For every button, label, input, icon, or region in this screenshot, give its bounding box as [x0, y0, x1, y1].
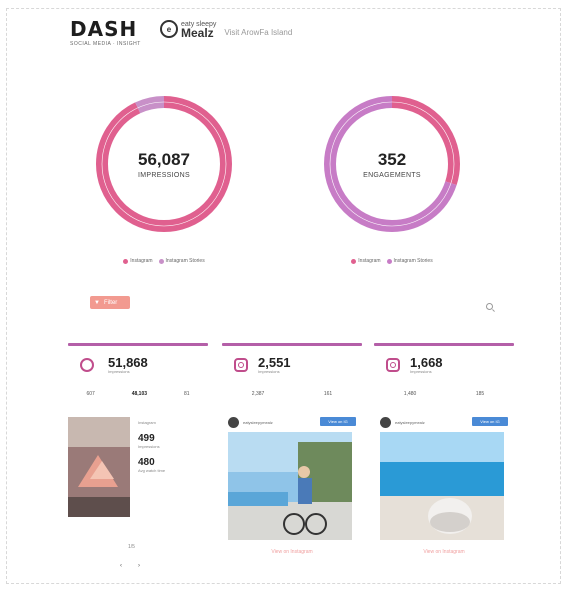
- legend-label: Instagram: [358, 258, 381, 264]
- engagements-legend: Instagram Instagram Stories: [322, 258, 462, 264]
- logo-subtitle: SOCIAL MEDIA · INSIGHT: [70, 41, 141, 47]
- engagements-donut: 352 ENGAGEMENTS Instagram Instagram Stor…: [322, 94, 462, 264]
- avatar: [228, 417, 239, 428]
- story-post[interactable]: Instagram 499 Impressions 480 Avg watch …: [68, 417, 208, 522]
- pager: ‹ ›: [120, 563, 140, 569]
- metric-value: 607: [86, 391, 95, 397]
- story-stats: Instagram 499 Impressions 480 Avg watch …: [138, 420, 165, 473]
- legend-label: Instagram Stories: [393, 258, 433, 264]
- impressions-value: 56,087: [138, 149, 190, 169]
- legend-item[interactable]: Instagram Stories: [158, 258, 205, 264]
- card-header: 2,551 Impressions: [234, 356, 362, 374]
- instagram-stories-icon: [80, 358, 94, 372]
- header: DASH SOCIAL MEDIA · INSIGHT e eaty sleep…: [70, 18, 540, 58]
- post-image: [380, 432, 504, 540]
- story-thumbnail: [68, 417, 130, 517]
- client-brand: e eaty sleepy Mealz Visit ArowFa Island: [160, 20, 293, 40]
- legend-item[interactable]: Instagram Stories: [386, 258, 433, 264]
- stats-card: 1,668 Impressions 1,480 185 eatysleepyme…: [374, 343, 514, 583]
- story-stat-value: 499: [138, 433, 155, 444]
- view-on-instagram-button[interactable]: View on IG: [320, 417, 356, 426]
- metric-value: 81: [183, 391, 190, 397]
- view-on-instagram-link[interactable]: View on Instagram: [380, 549, 508, 555]
- donut-center: 56,087 IMPRESSIONS: [94, 94, 234, 234]
- post-image: [228, 432, 352, 540]
- search-icon[interactable]: [486, 303, 493, 310]
- metric-value: 185: [475, 391, 485, 397]
- legend-dot-icon: [351, 258, 357, 264]
- legend-dot-icon: [386, 258, 392, 264]
- metric-value: 1,480: [403, 391, 417, 397]
- post-header: eatysleepymealz View on IG: [228, 417, 356, 428]
- card-metrics: 1,480 185: [374, 391, 514, 397]
- card-stat-value: 2,551: [258, 355, 291, 370]
- brand-name: Mealz: [181, 26, 214, 40]
- story-stat-value: 480: [138, 457, 155, 468]
- brand-text: eaty sleepy Mealz: [181, 20, 216, 40]
- dash-logo: DASH SOCIAL MEDIA · INSIGHT: [70, 18, 141, 47]
- legend-dot-icon: [123, 258, 129, 264]
- instagram-icon: [234, 358, 248, 372]
- story-stat-label: Impressions: [138, 444, 160, 449]
- legend-label: Instagram Stories: [165, 258, 205, 264]
- story-user: Instagram: [138, 420, 156, 425]
- donut-center: 352 ENGAGEMENTS: [322, 94, 462, 234]
- brand-badge-icon: e: [160, 20, 178, 38]
- card-stat-value: 1,668: [410, 355, 443, 370]
- instagram-post[interactable]: eatysleepymealz View on IG View on Insta…: [374, 417, 514, 555]
- card-header: 1,668 Impressions: [386, 356, 514, 374]
- impressions-label: IMPRESSIONS: [138, 171, 190, 179]
- stats-card: 2,551 Impressions 2,387 161 eatysleepyme…: [222, 343, 362, 583]
- instagram-icon: [386, 358, 400, 372]
- filter-label: Filter: [103, 299, 118, 306]
- story-stat-label: Avg watch time: [138, 468, 166, 473]
- impressions-donut: 56,087 IMPRESSIONS Instagram Instagram S…: [94, 94, 234, 264]
- card-stat-value: 51,868: [108, 355, 148, 370]
- metric-value: 2,387: [251, 391, 265, 397]
- legend-item[interactable]: Instagram: [351, 258, 381, 264]
- post-username: eatysleepymealz: [243, 420, 273, 425]
- pager-count: 1/5: [128, 544, 135, 550]
- filter-button[interactable]: ▼ Filter: [90, 296, 130, 309]
- impressions-legend: Instagram Instagram Stories: [94, 258, 234, 264]
- engagements-label: ENGAGEMENTS: [363, 171, 421, 179]
- engagements-value: 352: [377, 149, 407, 169]
- logo-title: DASH: [70, 17, 138, 41]
- card-accent-bar: [222, 343, 362, 346]
- filter-icon: ▼: [94, 299, 100, 306]
- view-on-instagram-button[interactable]: View on IG: [472, 417, 508, 426]
- next-arrow-icon[interactable]: ›: [138, 563, 140, 569]
- legend-item[interactable]: Instagram: [123, 258, 153, 264]
- metric-value: 48,103: [131, 391, 148, 397]
- post-username: eatysleepymealz: [395, 420, 425, 425]
- card-header: 51,868 Impressions: [80, 356, 208, 374]
- post-header: eatysleepymealz View on IG: [380, 417, 508, 428]
- instagram-post[interactable]: eatysleepymealz View on IG View on Insta…: [222, 417, 362, 555]
- brand-caption: Visit ArowFa Island: [224, 27, 293, 37]
- card-accent-bar: [68, 343, 208, 346]
- card-metrics: 2,387 161: [222, 391, 362, 397]
- metric-value: 161: [323, 391, 333, 397]
- card-accent-bar: [374, 343, 514, 346]
- legend-dot-icon: [158, 258, 164, 264]
- avatar: [380, 417, 391, 428]
- card-metrics: 607 48,103 81: [68, 391, 208, 397]
- prev-arrow-icon[interactable]: ‹: [120, 563, 122, 569]
- view-on-instagram-link[interactable]: View on Instagram: [228, 549, 356, 555]
- legend-label: Instagram: [130, 258, 153, 264]
- stats-card: 51,868 Impressions 607 48,103 81 Instagr…: [68, 343, 208, 583]
